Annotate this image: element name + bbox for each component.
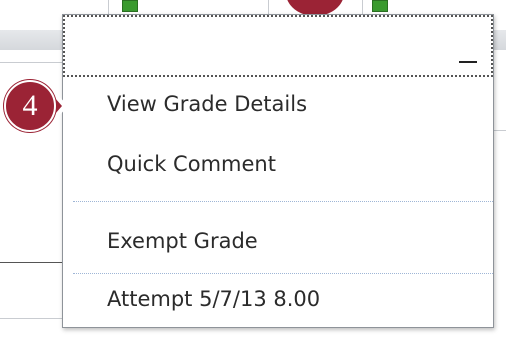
menu-item-quick-comment[interactable]: Quick Comment — [107, 152, 276, 176]
status-indicator-icon — [372, 0, 388, 12]
grade-context-menu: View Grade Details Quick Comment Exempt … — [62, 14, 494, 328]
menu-item-attempt[interactable]: Attempt 5/7/13 8.00 — [107, 287, 320, 311]
menu-item-view-grade-details[interactable]: View Grade Details — [107, 92, 307, 116]
menu-item-exempt-grade[interactable]: Exempt Grade — [107, 229, 258, 253]
grid-row-divider — [494, 130, 506, 131]
minimize-icon[interactable] — [459, 61, 477, 63]
grid-row-divider — [0, 318, 62, 319]
step-number-badge: 4 — [4, 80, 56, 132]
menu-divider — [73, 201, 493, 202]
menu-header — [63, 15, 493, 77]
grid-row-divider — [0, 262, 62, 263]
status-indicator-icon — [122, 0, 138, 12]
menu-divider — [73, 273, 493, 274]
